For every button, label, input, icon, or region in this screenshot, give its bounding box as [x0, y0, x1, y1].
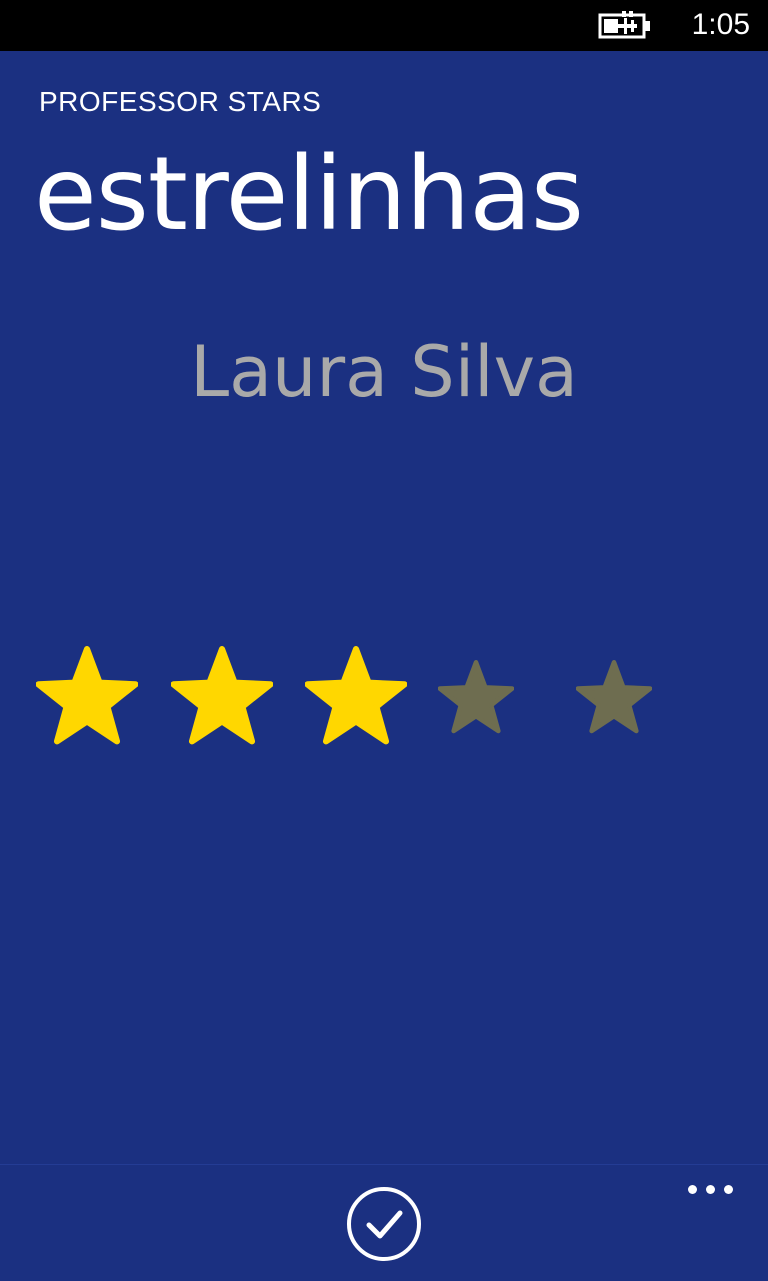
more-options-button[interactable]: [680, 1179, 740, 1199]
star-icon: [36, 646, 138, 745]
page-title: estrelinhas: [34, 135, 584, 254]
status-bar: 1:05: [0, 0, 768, 51]
status-time: 1:05: [691, 8, 750, 41]
star-1-filled[interactable]: [36, 646, 138, 748]
star-icon: [305, 646, 407, 745]
check-circle-icon: [347, 1187, 421, 1261]
app-title: PROFESSOR STARS: [39, 86, 322, 117]
student-name: Laura Silva: [190, 331, 578, 413]
star-icon: [438, 660, 514, 734]
star-2-filled[interactable]: [171, 646, 273, 748]
star-3-filled[interactable]: [305, 646, 407, 748]
confirm-button[interactable]: [345, 1185, 423, 1263]
star-4-empty[interactable]: [438, 660, 514, 736]
battery-charging-icon: [598, 11, 652, 41]
star-rating: [0, 640, 768, 760]
star-icon: [171, 646, 273, 745]
star-5-empty[interactable]: [576, 660, 652, 736]
star-icon: [576, 660, 652, 734]
app-bar: [0, 1164, 768, 1281]
